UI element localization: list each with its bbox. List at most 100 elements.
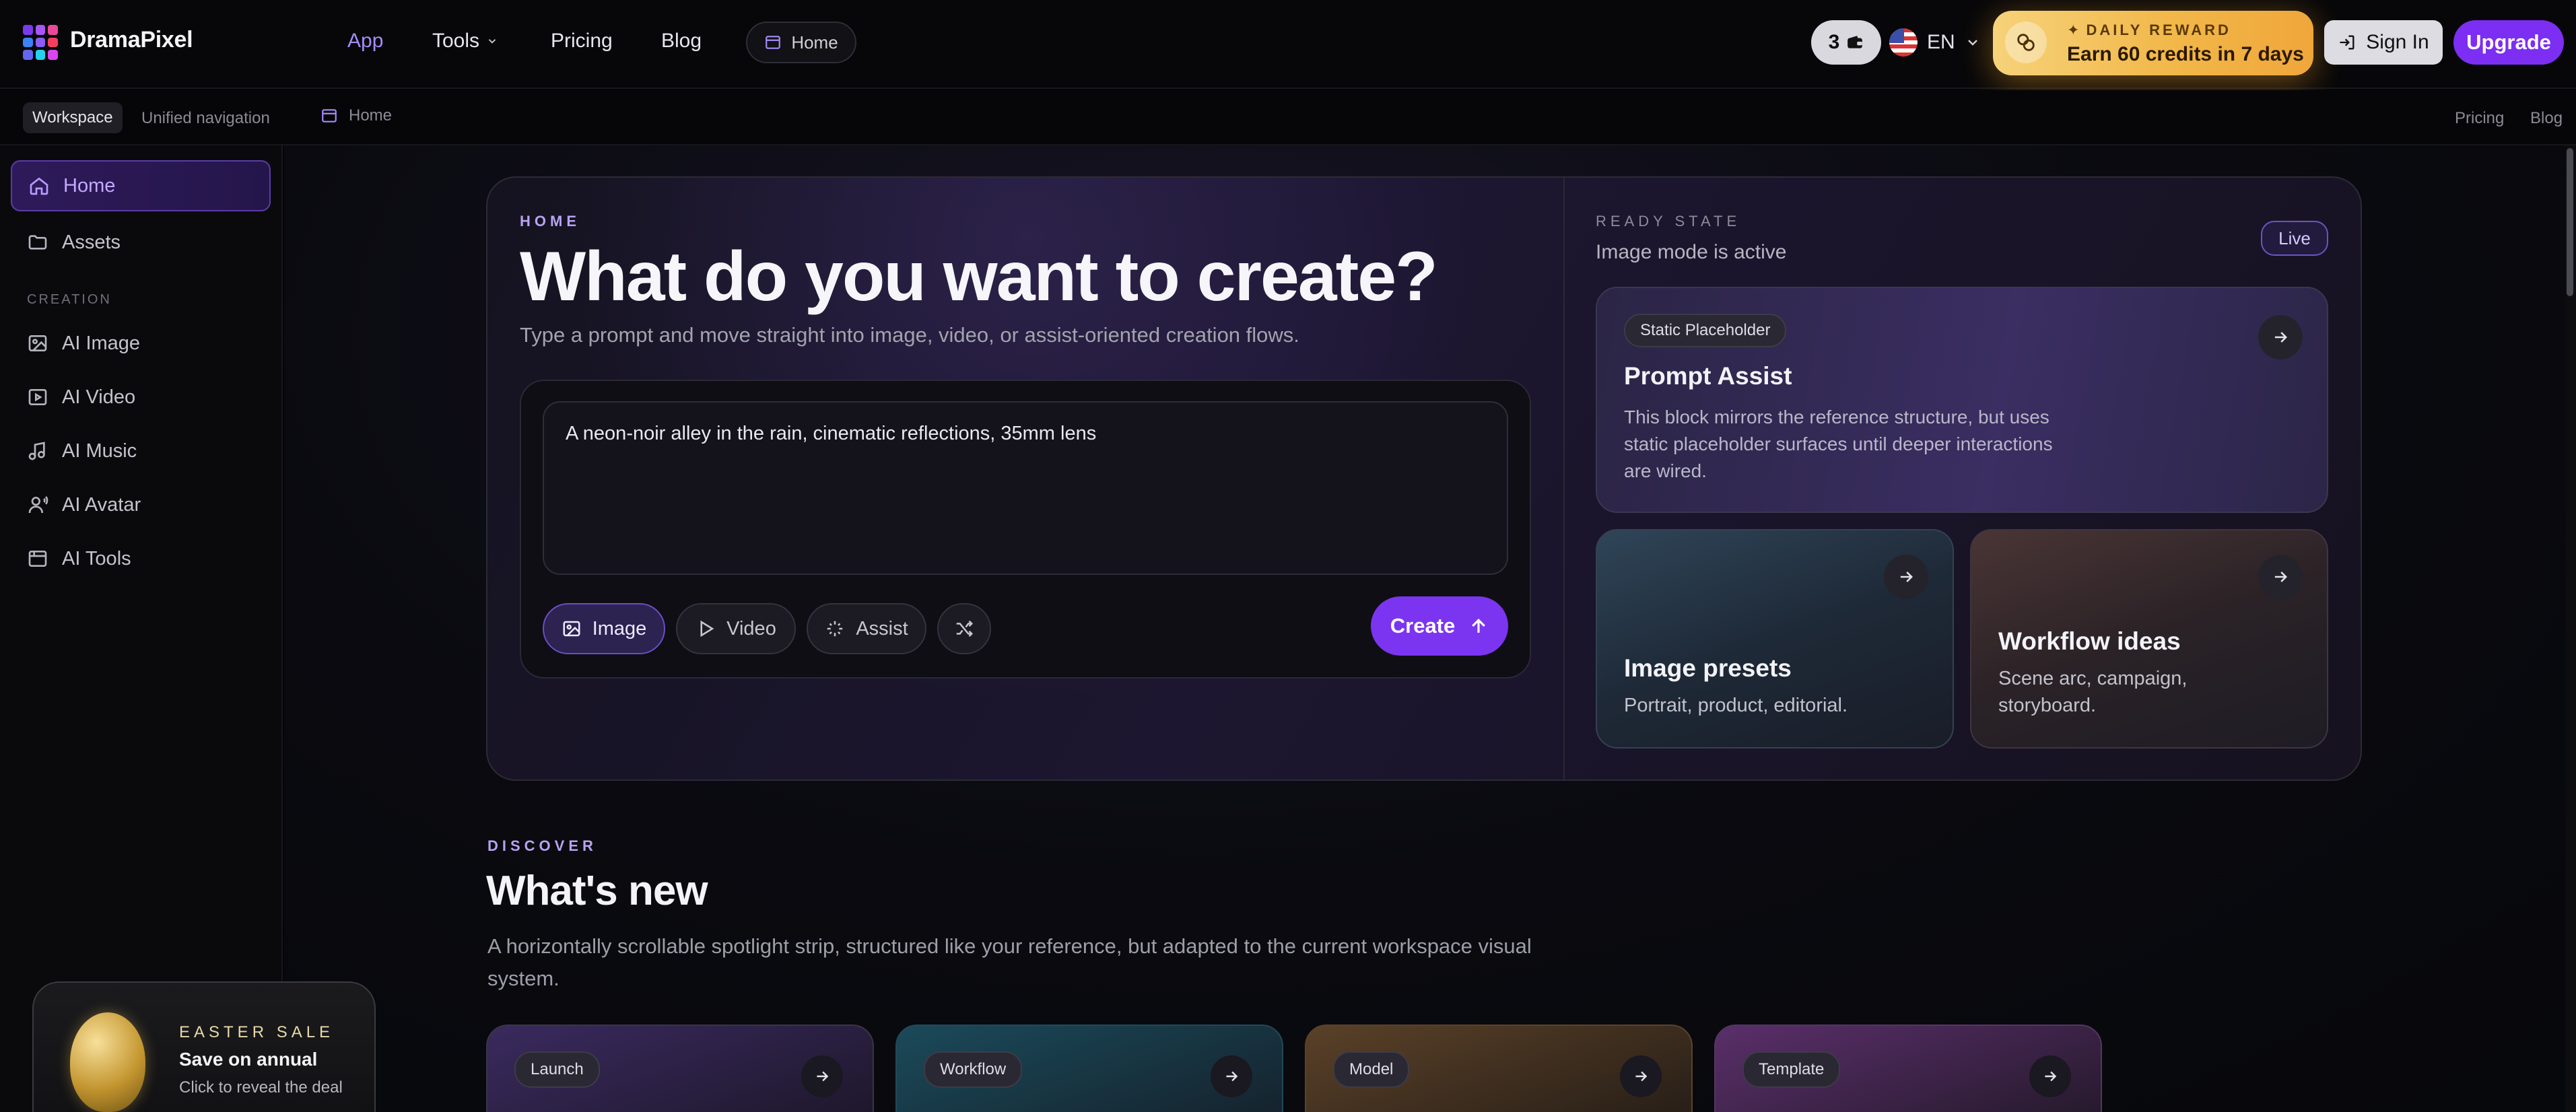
discover-title: What's new — [486, 868, 708, 914]
arrow-up-icon — [1472, 619, 1486, 633]
sidebar-item-assets[interactable]: Assets — [11, 217, 271, 268]
arrow-right-icon[interactable] — [1620, 1055, 1662, 1097]
mode-assist-button[interactable]: Assist — [807, 603, 926, 654]
language-label: EN — [1927, 31, 1955, 53]
home-icon — [30, 177, 48, 195]
discover-desc: A horizontally scrollable spotlight stri… — [487, 934, 1532, 990]
brand-logo-icon[interactable] — [23, 25, 58, 60]
upgrade-button[interactable]: Upgrade — [2453, 20, 2564, 65]
hero-kicker: HOME — [520, 213, 580, 230]
sub-navbar: Workspace Unified navigation Home Pricin… — [0, 90, 2576, 145]
mode-label: Image — [592, 617, 647, 639]
wallet-icon — [1848, 36, 1863, 48]
sidebar-item-ai-tools[interactable]: AI Tools — [11, 533, 271, 584]
spotlight-card-launch[interactable]: Launch — [486, 1024, 874, 1112]
image-icon — [28, 335, 47, 351]
shuffle-icon — [956, 620, 974, 637]
credits-count: 3 — [1828, 31, 1840, 53]
hero-title: What do you want to create? — [520, 238, 1438, 316]
sidebar-section-creation: CREATION — [27, 292, 112, 307]
sidebar-item-label: AI Video — [62, 386, 136, 408]
prompt-input[interactable]: A neon-noir alley in the rain, cinematic… — [543, 401, 1508, 575]
sidebar-item-label: AI Avatar — [62, 493, 141, 516]
unified-navigation-label: Unified navigation — [141, 109, 270, 127]
mode-label: Assist — [856, 617, 908, 639]
hero-divider — [1563, 178, 1565, 779]
easter-kicker: EASTER SALE — [179, 1023, 335, 1041]
video-icon — [28, 389, 47, 405]
subnav-link-blog[interactable]: Blog — [2530, 109, 2563, 128]
easter-sub: Click to reveal the deal — [179, 1078, 343, 1097]
spotlight-chip: Model — [1333, 1051, 1410, 1088]
image-icon — [563, 621, 580, 637]
workflow-ideas-desc: Scene arc, campaign, storyboard. — [1998, 668, 2188, 716]
folder-icon — [28, 235, 47, 250]
mode-video-button[interactable]: Video — [676, 603, 796, 654]
arrow-right-icon[interactable] — [1884, 555, 1928, 599]
reward-kicker-text: DAILY REWARD — [2086, 22, 2231, 38]
image-presets-card[interactable]: Image presets Portrait, product, editori… — [1596, 529, 1954, 749]
shuffle-button[interactable] — [937, 603, 991, 654]
spotlight-chip: Launch — [514, 1051, 600, 1088]
breadcrumb[interactable]: Home — [320, 106, 392, 125]
prompt-assist-desc: This block mirrors the reference structu… — [1624, 407, 2053, 481]
chevron-down-icon — [488, 39, 496, 44]
image-presets-desc: Portrait, product, editorial. — [1624, 695, 1848, 716]
window-icon — [766, 36, 781, 49]
live-badge: Live — [2261, 221, 2328, 256]
arrow-right-icon[interactable] — [801, 1055, 843, 1097]
brand-name[interactable]: DramaPixel — [70, 27, 193, 53]
ready-state-subtitle: Image mode is active — [1596, 241, 1787, 263]
sign-in-label: Sign In — [2366, 31, 2429, 53]
golden-egg-icon — [70, 1012, 145, 1112]
nav-link-app[interactable]: App — [347, 30, 383, 53]
sidebar-item-label: AI Tools — [62, 547, 131, 569]
arrow-right-icon[interactable] — [1211, 1055, 1252, 1097]
image-presets-title: Image presets — [1624, 654, 1792, 682]
nav-link-tools[interactable]: Tools — [432, 30, 498, 53]
spotlight-card-template[interactable]: Template — [1714, 1024, 2102, 1112]
sparkles-icon — [827, 621, 843, 637]
sidebar-item-ai-image[interactable]: AI Image — [11, 318, 271, 369]
us-flag-icon — [1889, 28, 1918, 57]
workflow-ideas-card[interactable]: Workflow ideas Scene arc, campaign, stor… — [1970, 529, 2328, 749]
nav-tools-label: Tools — [432, 30, 480, 52]
nav-link-pricing[interactable]: Pricing — [551, 30, 613, 53]
language-selector[interactable]: EN — [1889, 26, 1981, 59]
mode-label: Video — [726, 617, 776, 639]
prompt-assist-card[interactable]: Static Placeholder Prompt Assist This bl… — [1596, 287, 2328, 513]
arrow-right-icon[interactable] — [2029, 1055, 2071, 1097]
sidebar-item-home[interactable]: Home — [11, 160, 271, 211]
home-pill-button[interactable]: Home — [746, 22, 856, 63]
sidebar-item-ai-music[interactable]: AI Music — [11, 425, 271, 477]
sidebar-item-ai-avatar[interactable]: AI Avatar — [11, 479, 271, 530]
sign-in-button[interactable]: Sign In — [2324, 20, 2443, 65]
credits-button[interactable]: 3 — [1811, 20, 1881, 65]
easter-main: Save on annual — [179, 1049, 318, 1070]
sidebar-item-label: Assets — [62, 231, 121, 253]
create-button[interactable]: Create — [1371, 596, 1508, 656]
spotlight-card-model[interactable]: Model — [1305, 1024, 1693, 1112]
daily-reward-banner[interactable]: ✦ DAILY REWARD Earn 60 credits in 7 days — [1993, 11, 2313, 75]
workspace-chip[interactable]: Workspace — [23, 102, 123, 133]
prompt-assist-title: Prompt Assist — [1624, 362, 1792, 390]
top-navbar: DramaPixel App Tools Pricing Blog Home 3… — [0, 0, 2576, 89]
workflow-ideas-title: Workflow ideas — [1998, 627, 2181, 655]
sidebar-item-ai-video[interactable]: AI Video — [11, 372, 271, 423]
spotlight-chip: Workflow — [924, 1051, 1023, 1088]
static-placeholder-chip: Static Placeholder — [1624, 314, 1787, 347]
easter-sale-promo[interactable]: EASTER SALE Save on annual Click to reve… — [32, 981, 376, 1112]
hero-subtitle: Type a prompt and move straight into ima… — [520, 323, 1299, 347]
sidebar: Home Assets CREATION AI Image AI Video A… — [0, 145, 283, 1112]
nav-link-blog[interactable]: Blog — [661, 30, 702, 53]
ready-state-kicker: READY STATE — [1596, 213, 1741, 230]
play-icon — [700, 620, 714, 637]
arrow-right-icon[interactable] — [2258, 555, 2303, 599]
spotlight-chip: Template — [1742, 1051, 1841, 1088]
subnav-link-pricing[interactable]: Pricing — [2455, 109, 2504, 128]
mode-image-button[interactable]: Image — [543, 603, 665, 654]
scrollbar-thumb[interactable] — [2567, 148, 2573, 296]
spotlight-card-workflow[interactable]: Workflow — [895, 1024, 1283, 1112]
arrow-right-icon[interactable] — [2258, 315, 2303, 359]
reward-kicker: ✦ DAILY REWARD — [2067, 22, 2231, 39]
